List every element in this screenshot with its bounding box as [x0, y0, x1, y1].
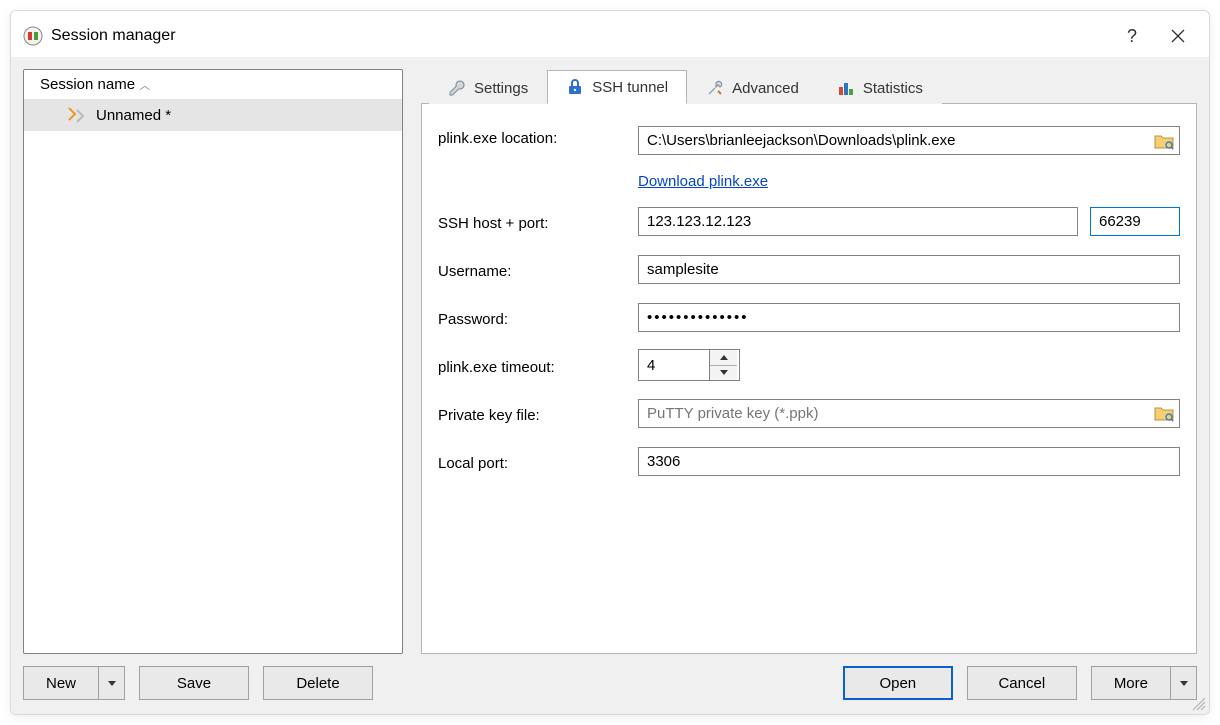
sort-asc-icon: ︿ [139, 80, 150, 92]
button-label: New [24, 675, 98, 692]
ssh-host-port-label: SSH host + port: [438, 211, 638, 232]
timeout-up-button[interactable] [710, 350, 737, 366]
plink-location-input[interactable] [638, 126, 1180, 155]
plink-location-label: plink.exe location: [438, 126, 638, 147]
lock-icon [566, 78, 584, 96]
resize-grip-icon[interactable] [1189, 694, 1207, 712]
ssh-port-input[interactable] [1090, 207, 1180, 236]
dropdown-arrow-icon[interactable] [98, 667, 124, 699]
window-title: Session manager [51, 27, 176, 45]
session-manager-window: Session manager ? Session name ︿ [10, 10, 1210, 715]
timeout-input[interactable] [639, 350, 709, 380]
tools-icon [706, 79, 724, 97]
tab-advanced[interactable]: Advanced [687, 71, 818, 104]
ssh-tunnel-panel: plink.exe location: [421, 103, 1197, 654]
local-port-input[interactable] [638, 447, 1180, 476]
session-item-label: Unnamed * [96, 107, 171, 124]
save-button[interactable]: Save [139, 666, 249, 700]
titlebar: Session manager ? [11, 11, 1209, 57]
tab-label: Advanced [732, 80, 799, 97]
delete-button[interactable]: Delete [263, 666, 373, 700]
local-port-label: Local port: [438, 451, 638, 472]
tab-ssh-tunnel[interactable]: SSH tunnel [547, 70, 687, 104]
sessions-panel: Session name ︿ Unnamed * [23, 69, 403, 654]
password-input[interactable] [638, 303, 1180, 332]
more-button[interactable]: More [1091, 666, 1197, 700]
cancel-button[interactable]: Cancel [967, 666, 1077, 700]
session-icon [66, 105, 86, 125]
dialog-body: Session name ︿ Unnamed * [11, 57, 1209, 654]
sessions-header[interactable]: Session name ︿ [24, 70, 402, 99]
username-label: Username: [438, 259, 638, 280]
dialog-footer: New Save Delete Open Cancel More [11, 654, 1209, 714]
open-button[interactable]: Open [843, 666, 953, 700]
wrench-icon [448, 79, 466, 97]
tab-statistics[interactable]: Statistics [818, 71, 942, 104]
new-button[interactable]: New [23, 666, 125, 700]
button-label: More [1092, 675, 1170, 692]
private-key-input[interactable] [638, 399, 1180, 428]
browse-folder-icon[interactable] [1154, 404, 1174, 422]
private-key-label: Private key file: [438, 403, 638, 424]
session-item[interactable]: Unnamed * [24, 99, 402, 131]
sessions-header-label: Session name [40, 76, 135, 93]
app-icon [23, 26, 43, 46]
sessions-list: Session name ︿ Unnamed * [23, 69, 403, 654]
tab-settings[interactable]: Settings [429, 71, 547, 104]
ssh-host-input[interactable] [638, 207, 1078, 236]
tab-label: Statistics [863, 80, 923, 97]
close-button[interactable] [1155, 20, 1201, 52]
timeout-stepper[interactable] [638, 349, 740, 381]
password-label: Password: [438, 307, 638, 328]
tab-label: SSH tunnel [592, 79, 668, 96]
tab-label: Settings [474, 80, 528, 97]
details-panel: Settings SSH tunnel [421, 69, 1197, 654]
tabs: Settings SSH tunnel [421, 69, 1197, 103]
username-input[interactable] [638, 255, 1180, 284]
barchart-icon [837, 79, 855, 97]
browse-folder-icon[interactable] [1154, 132, 1174, 150]
timeout-label: plink.exe timeout: [438, 355, 638, 376]
timeout-down-button[interactable] [710, 366, 737, 381]
download-plink-link[interactable]: Download plink.exe [638, 173, 768, 190]
help-button[interactable]: ? [1109, 20, 1155, 52]
